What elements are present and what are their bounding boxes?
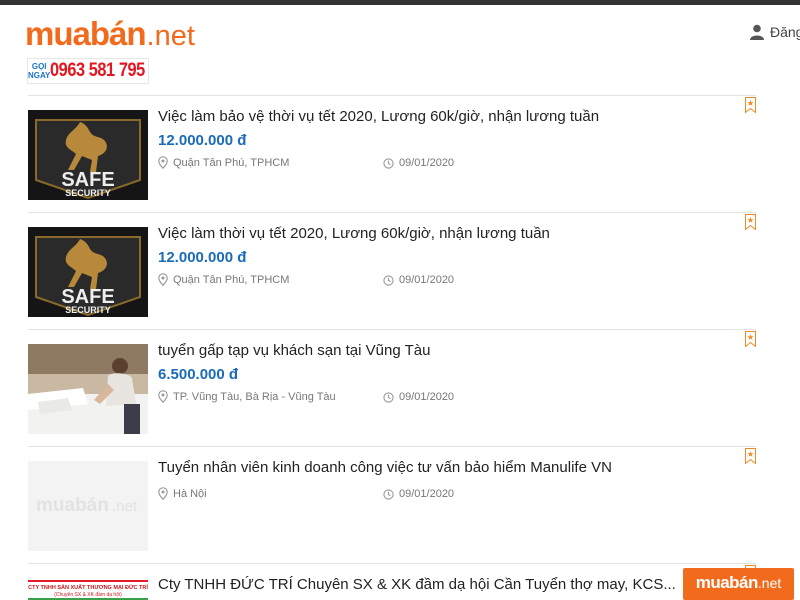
listing-thumbnail[interactable]: SAFE SECURITY — [28, 227, 148, 317]
listing-location: Quận Tân Phú, TPHCM — [158, 156, 383, 169]
list-item[interactable]: tuyển gấp tạp vụ khách sạn tại Vũng Tàu … — [28, 329, 756, 446]
floating-brand-badge[interactable]: muabán .net — [683, 568, 794, 600]
listing-location: Hà Nội — [158, 487, 383, 500]
banner-text-company: CTY TNHH SẢN XUẤT THƯƠNG MẠI ĐỨC TRÍ — [28, 583, 148, 591]
bookmark-icon[interactable] — [745, 448, 756, 464]
logo-tld: .net — [146, 20, 195, 52]
listing-date: 09/01/2020 — [383, 274, 454, 286]
list-item[interactable]: SAFE SECURITY Việc làm thời vụ tết 2020,… — [28, 212, 756, 329]
listing-title[interactable]: tuyển gấp tạp vụ khách sạn tại Vũng Tàu — [158, 342, 430, 359]
hotline-banner[interactable]: GỌI NGAY 0963 581 795 — [27, 58, 149, 84]
hotline-label: GỌI NGAY — [28, 62, 50, 80]
listing-date: 09/01/2020 — [383, 157, 454, 169]
listing-thumbnail[interactable]: SAFE SECURITY — [28, 110, 148, 200]
login-label: Đăng — [770, 24, 800, 40]
listing-date: 09/01/2020 — [383, 488, 454, 500]
safe-security-logo: SAFE SECURITY — [28, 110, 148, 200]
hotel-room-photo — [28, 344, 148, 434]
map-pin-icon — [158, 487, 168, 500]
date-text: 09/01/2020 — [399, 157, 455, 169]
listing-date: 09/01/2020 — [383, 391, 454, 403]
date-text: 09/01/2020 — [399, 391, 455, 403]
clock-icon — [383, 391, 394, 403]
list-item[interactable]: CTY TNHH SẢN XUẤT THƯƠNG MẠI ĐỨC TRÍ (Ch… — [28, 563, 756, 600]
placeholder-logo: muabán .net — [28, 461, 148, 551]
map-pin-icon — [158, 273, 168, 286]
clock-icon — [383, 488, 394, 500]
company-banner: CTY TNHH SẢN XUẤT THƯƠNG MẠI ĐỨC TRÍ (Ch… — [28, 578, 148, 600]
listing-thumbnail[interactable] — [28, 344, 148, 434]
listing-thumbnail[interactable]: muabán .net — [28, 461, 148, 551]
bookmark-icon[interactable] — [745, 214, 756, 230]
clock-icon — [383, 274, 394, 286]
listing-price: 12.000.000 đ — [158, 132, 247, 149]
hotline-label-line-1: GỌI — [31, 62, 47, 71]
thumb-text-security: SECURITY — [65, 305, 111, 315]
hotline-label-line-2: NGAY — [28, 71, 51, 80]
thumb-text-security: SECURITY — [65, 188, 111, 198]
list-item[interactable]: muabán .net Tuyển nhân viên kinh doanh c… — [28, 446, 756, 563]
list-item[interactable]: SAFE SECURITY Việc làm bảo vệ thời vụ tế… — [28, 95, 756, 212]
badge-logo-text: muabán — [695, 573, 759, 592]
user-icon — [750, 24, 764, 40]
location-text: Hà Nội — [173, 487, 207, 500]
listing-location: Quận Tân Phú, TPHCM — [158, 273, 383, 286]
map-pin-icon — [158, 156, 168, 169]
listing-price: 12.000.000 đ — [158, 249, 247, 266]
login-link[interactable]: Đăng — [750, 24, 800, 40]
listing-title[interactable]: Việc làm thời vụ tết 2020, Lương 60k/giờ… — [158, 225, 550, 242]
listing-title[interactable]: Tuyển nhân viên kinh doanh công việc tư … — [158, 459, 612, 476]
listing-title[interactable]: Cty TNHH ĐỨC TRÍ Chuyên SX & XK đầm dạ h… — [158, 576, 676, 593]
banner-text-subtitle: (Chuyên SX & XK đầm dạ hội) — [54, 592, 122, 598]
site-logo[interactable]: muabán .net — [25, 15, 195, 52]
bookmark-icon[interactable] — [745, 97, 756, 113]
placeholder-logo-text: muabán — [36, 495, 109, 516]
hotline-number: 0963 581 795 — [50, 60, 146, 81]
safe-security-logo: SAFE SECURITY — [28, 227, 148, 317]
clock-icon — [383, 157, 394, 169]
listing-price: 6.500.000 đ — [158, 366, 239, 383]
logo-text: muabán — [25, 15, 147, 52]
badge-logo-tld: .net — [757, 575, 782, 591]
listing-thumbnail[interactable]: CTY TNHH SẢN XUẤT THƯƠNG MẠI ĐỨC TRÍ (Ch… — [28, 578, 148, 600]
location-text: Quận Tân Phú, TPHCM — [173, 273, 290, 286]
date-text: 09/01/2020 — [399, 274, 455, 286]
listing-title[interactable]: Việc làm bảo vệ thời vụ tết 2020, Lương … — [158, 108, 599, 125]
bookmark-icon[interactable] — [745, 331, 756, 347]
top-bar — [0, 0, 800, 5]
placeholder-logo-tld: .net — [112, 498, 138, 515]
location-text: Quận Tân Phú, TPHCM — [173, 156, 290, 169]
listing-location: TP. Vũng Tàu, Bà Rịa - Vũng Tàu — [158, 390, 383, 403]
location-text: TP. Vũng Tàu, Bà Rịa - Vũng Tàu — [173, 390, 336, 403]
date-text: 09/01/2020 — [399, 488, 455, 500]
map-pin-icon — [158, 390, 168, 403]
